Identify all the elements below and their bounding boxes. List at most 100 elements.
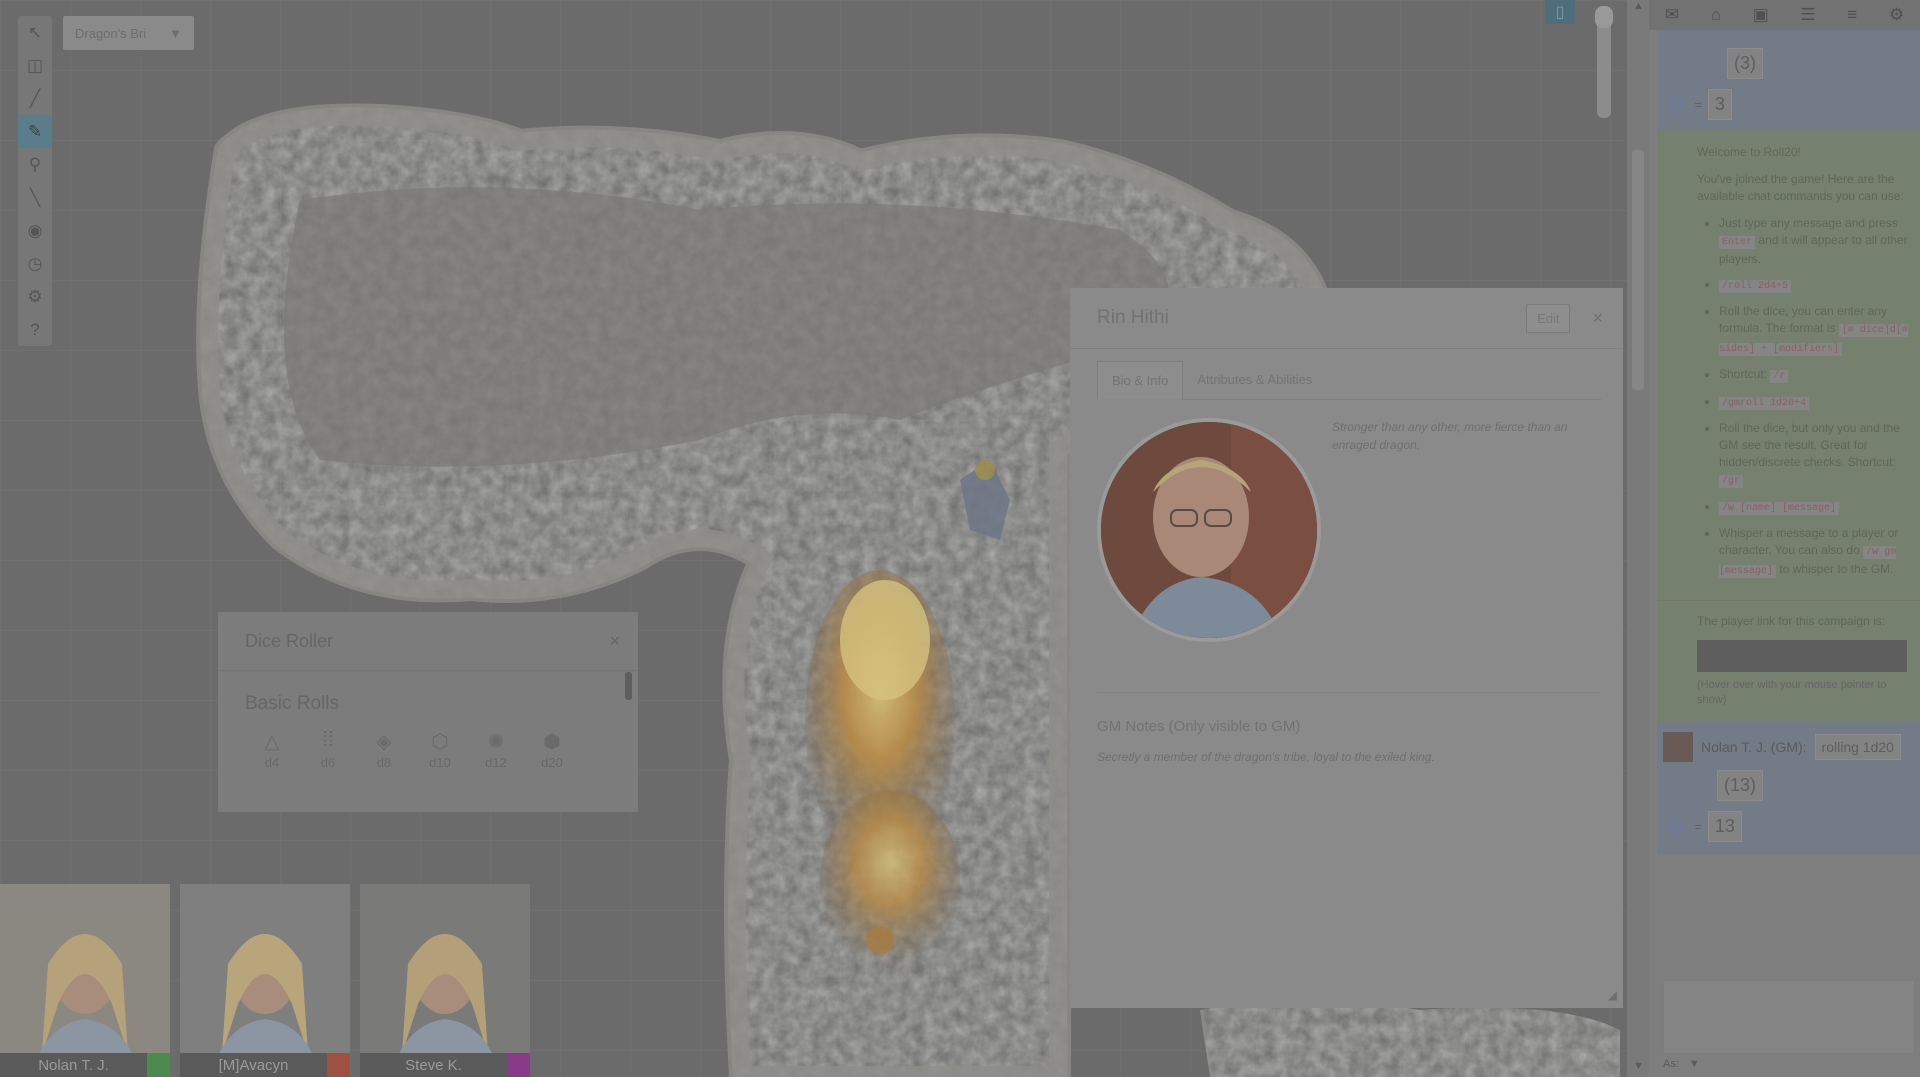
command-code: /gmroll 1d20+4 (1719, 397, 1810, 410)
chat-command-item: Just type any message and press Enter an… (1719, 215, 1910, 268)
chat-input[interactable] (1663, 980, 1915, 1054)
video-feed-name: [M]Avacyn (180, 1053, 327, 1077)
die-button-d10[interactable]: ⬡ d10 (416, 729, 464, 770)
speaking-as-row[interactable]: As: ▼ (1663, 1058, 1700, 1070)
roll-expression: (3) (1727, 48, 1763, 79)
help-tool[interactable]: ? (18, 313, 52, 346)
eye-icon: ◉ (27, 220, 43, 240)
zoom-tool[interactable]: ⚲ (18, 148, 52, 181)
help-icon: ? (30, 319, 40, 339)
tool-palette: ↖ ◫ ╱ ✎ ⚲ ╲ ◉ ◷ ⚙? (18, 16, 52, 346)
page-dropdown[interactable]: Dragon's Bri ▼ (63, 16, 194, 50)
dice-tool[interactable]: ⚙ (18, 280, 52, 313)
gm-notes-text: Secretly a member of the dragon's tribe,… (1097, 750, 1435, 764)
tabletop-canvas[interactable]: ↖ ◫ ╱ ✎ ⚲ ╲ ◉ ◷ ⚙? Dragon's Bri ▼ ▯ Dice Roller … (0, 0, 1627, 1077)
command-code: /w [name] [message] (1719, 502, 1840, 515)
settings-icon[interactable]: ⚙ (1889, 5, 1904, 25)
player-color-swatch[interactable] (507, 1053, 530, 1077)
roll-result: 3 (1707, 89, 1732, 120)
line-icon: ╱ (29, 88, 41, 108)
ruler-icon: ╲ (29, 187, 41, 207)
video-feed[interactable]: [M]Avacyn (180, 884, 350, 1077)
compendium-icon[interactable]: ☰ (1800, 5, 1815, 25)
die-button-d4[interactable]: △ d4 (248, 729, 296, 770)
player-link-label: The player link for this campaign is: (1697, 614, 1886, 628)
speaking-as-label: As: (1663, 1058, 1679, 1070)
draw-line-tool[interactable]: ╱ (18, 82, 52, 115)
roll-expression: (13) (1717, 770, 1764, 801)
welcome-title: Welcome to Roll20! (1697, 145, 1801, 159)
zoom-slider-handle[interactable] (1595, 6, 1613, 28)
sidebar-scrollbar[interactable]: ▲ ▼ (1627, 0, 1649, 1077)
magnifier-icon: ⚲ (28, 154, 42, 174)
list-icon[interactable]: ≡ (1847, 5, 1857, 25)
video-feed[interactable]: Nolan T. J. (0, 884, 170, 1077)
scroll-up-icon[interactable]: ▲ (1633, 0, 1644, 12)
scrollbar-thumb[interactable] (1632, 150, 1644, 390)
chat-command-item: Shortcut: /r (1719, 366, 1910, 385)
measure-tool[interactable]: ╲ (18, 181, 52, 214)
page-toolbar-toggle-icon[interactable]: ▯ (1545, 0, 1575, 24)
command-code: Enter (1719, 236, 1756, 249)
die-button-d8[interactable]: ◈ d8 (360, 729, 408, 770)
page-dropdown-label: Dragon's Bri (75, 25, 147, 41)
die-button-d20[interactable]: ⬢ d20 (528, 729, 576, 770)
d4-icon: △ (264, 731, 280, 753)
die-label: d6 (320, 755, 336, 770)
video-feed[interactable]: Steve K. (360, 884, 530, 1077)
tab-attributes-abilities[interactable]: Attributes & Abilities (1183, 361, 1326, 399)
scroll-down-icon[interactable]: ▼ (1633, 1060, 1644, 1072)
fog-of-war-tool[interactable]: ◉ (18, 214, 52, 247)
command-code: /gr (1719, 475, 1744, 488)
die-button-d12[interactable]: ✺ d12 (472, 729, 520, 770)
roll-message: (3) ✲ = 3 (1657, 30, 1920, 130)
chat-command-item: Whisper a message to a player or charact… (1719, 525, 1910, 580)
die-button-d6[interactable]: ⁞⁞ d6 (304, 729, 352, 770)
chat-speaker: Nolan T. J. (GM): (1701, 739, 1807, 755)
chevron-down-icon[interactable]: ▼ (1689, 1058, 1700, 1070)
command-code: /r (1770, 370, 1789, 383)
dice-roller-scrollbar[interactable] (625, 672, 632, 700)
brush-icon: ✎ (27, 121, 43, 141)
welcome-message: Welcome to Roll20! You've joined the gam… (1657, 130, 1920, 600)
video-feed-name: Nolan T. J. (0, 1053, 147, 1077)
resize-handle-icon[interactable]: ◢ (1608, 988, 1617, 1002)
command-code: [# dice]d[# sides] + [modifiers] (1719, 324, 1908, 356)
zoom-slider[interactable] (1595, 6, 1613, 118)
cursor-icon: ↖ (27, 22, 43, 42)
character-name: Rin Hithi (1097, 307, 1169, 328)
d6-icon: ⁞⁞ (322, 729, 334, 751)
select-tool[interactable]: ↖ (18, 16, 52, 49)
art-icon[interactable]: ▣ (1753, 5, 1769, 25)
die-label: d10 (429, 755, 451, 770)
roll-formula: rolling 1d20 (1814, 734, 1901, 760)
close-icon[interactable]: × (609, 631, 620, 652)
fog-reveal-tool[interactable]: ✎ (18, 115, 52, 148)
player-link-field[interactable] (1697, 640, 1907, 672)
clock-icon: ◷ (27, 253, 43, 273)
tab-bio-info[interactable]: Bio & Info (1097, 361, 1184, 400)
close-icon[interactable]: × (1592, 308, 1603, 329)
turn-tracker-tool[interactable]: ◷ (18, 247, 52, 280)
chat-command-item: Roll the dice, you can enter any formula… (1719, 303, 1910, 358)
map-layer-tool[interactable]: ◫ (18, 49, 52, 82)
d8-icon: ◈ (376, 731, 392, 753)
player-color-swatch[interactable] (327, 1053, 350, 1077)
video-feed-name: Steve K. (360, 1053, 507, 1077)
chevron-down-icon: ▼ (169, 25, 182, 41)
journal-icon[interactable]: ⌂ (1711, 5, 1721, 25)
basic-rolls-heading: Basic Rolls (245, 693, 339, 714)
video-frame (0, 884, 170, 1077)
die-label: d20 (541, 755, 563, 770)
character-sheet-dialog: Rin Hithi Edit × Bio & Info Attributes &… (1070, 288, 1623, 1008)
character-sheet-header[interactable]: Rin Hithi Edit × (1070, 288, 1623, 349)
player-color-swatch[interactable] (147, 1053, 170, 1077)
chat-command-list: Just type any message and press Enter an… (1697, 215, 1910, 580)
roll-result: 13 (1707, 811, 1742, 842)
die-label: d12 (485, 755, 507, 770)
character-avatar (1097, 418, 1321, 642)
edit-button[interactable]: Edit (1526, 303, 1571, 333)
chat-icon[interactable]: ✉ (1665, 5, 1679, 25)
dice-roller-header[interactable]: Dice Roller × (218, 612, 638, 671)
dice-star-icon: ✲ (1665, 811, 1687, 841)
